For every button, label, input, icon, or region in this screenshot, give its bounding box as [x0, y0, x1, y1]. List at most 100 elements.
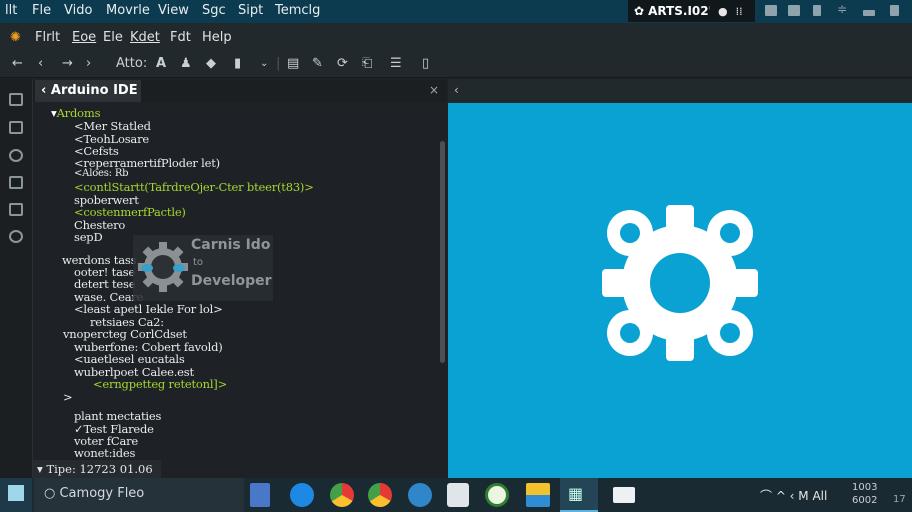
- undo-icon[interactable]: ‹: [38, 56, 43, 71]
- watermark-title: Carnis Ido: [191, 237, 271, 253]
- code-line: plant mectaties: [74, 409, 162, 423]
- tag-icon[interactable]: ◆: [206, 56, 216, 71]
- tray-icons: ● ⁞⁞: [710, 0, 755, 22]
- gear-logo-icon: [138, 242, 188, 292]
- code-line: >: [63, 390, 73, 404]
- tray-status[interactable]: ✿ ARTS.I02': [628, 0, 713, 22]
- toolbar-label: Atto:: [116, 56, 148, 71]
- tab-arduino-ide[interactable]: ‹ Arduino IDE: [35, 80, 141, 102]
- record-icon[interactable]: ●: [718, 5, 728, 18]
- chevron-right-icon[interactable]: ›: [86, 56, 91, 71]
- menu-video[interactable]: Vido: [64, 3, 92, 18]
- watermark-sub: to: [193, 257, 204, 268]
- preview-panel: ‹: [448, 79, 912, 478]
- folder-icon[interactable]: [788, 5, 800, 16]
- code-line: <Aloes: Rb: [74, 168, 129, 179]
- refresh-icon[interactable]: ⟳: [337, 56, 348, 71]
- code-line: detert tese: [74, 277, 136, 291]
- battery-icon[interactable]: ▯: [422, 56, 429, 71]
- grid-app-icon: ▦: [568, 484, 584, 503]
- active-app[interactable]: ▦: [560, 478, 598, 512]
- forward-icon[interactable]: →: [62, 56, 73, 71]
- list-icon[interactable]: ☰: [390, 56, 402, 71]
- clock-app-icon[interactable]: [485, 483, 509, 507]
- code-line: vnopercteg CorlCdset: [63, 327, 187, 341]
- menu-flrlt[interactable]: Flrlt: [35, 30, 60, 45]
- debug-icon[interactable]: [9, 149, 23, 162]
- menu-help[interactable]: Help: [202, 30, 232, 45]
- pencil-icon[interactable]: ✎: [312, 56, 323, 71]
- windows-icon: [8, 485, 24, 501]
- board-icon[interactable]: [9, 176, 23, 189]
- activity-bar: [0, 79, 33, 478]
- code-line: wonet:ides: [74, 446, 136, 460]
- font-icon[interactable]: A: [156, 56, 166, 71]
- code-line: <Mer Statled: [74, 119, 151, 133]
- store-icon[interactable]: [250, 483, 270, 507]
- library-icon[interactable]: [9, 203, 23, 216]
- upload-icon[interactable]: [863, 10, 875, 16]
- watermark-developer: Developer: [191, 273, 272, 289]
- tray-label: ARTS.I02': [648, 4, 713, 18]
- menu-movrle[interactable]: Movrle: [106, 3, 150, 18]
- scrollbar[interactable]: [440, 141, 445, 363]
- grid-icon[interactable]: ⁞⁞: [736, 5, 743, 18]
- top-menu-bar: llt Fle Vido Movrle View Sgc Sipt Temclg…: [0, 0, 912, 23]
- photos-icon[interactable]: [447, 483, 469, 507]
- search-icon: ○: [44, 486, 60, 501]
- wifi-icon[interactable]: ≑: [837, 2, 849, 16]
- chevron-left-icon: ‹: [41, 83, 51, 98]
- menu-view[interactable]: View: [158, 3, 189, 18]
- menu-file[interactable]: Fle: [32, 3, 51, 18]
- menu-ele[interactable]: Ele: [103, 30, 123, 45]
- mail-icon[interactable]: [613, 487, 635, 503]
- gear-icon: ✿: [634, 4, 645, 18]
- menu-kdet[interactable]: Kdet: [130, 30, 160, 45]
- clipboard-icon[interactable]: ⎗: [362, 56, 372, 71]
- system-tray[interactable]: ⌒ ^ ‹ M All: [760, 487, 827, 504]
- chevron-down-icon[interactable]: ⌄: [260, 58, 268, 69]
- menu-temclg[interactable]: Temclg: [275, 3, 320, 18]
- status-text: Tipe: 12723 01.06: [46, 462, 153, 476]
- notification-count[interactable]: 17: [893, 494, 906, 505]
- code-line: <contlStartt(TafrdreOjer-Cter bteer(t83)…: [74, 180, 314, 194]
- code-line: <least apetl Iekle For lol>: [74, 302, 223, 316]
- code-line: <costenmerfPactle): [74, 205, 186, 219]
- settings-icon[interactable]: [9, 230, 23, 243]
- search-box[interactable]: ○ Camogy Fleo: [34, 478, 244, 512]
- book-icon[interactable]: ▮: [234, 56, 241, 71]
- back-icon[interactable]: ←: [12, 56, 23, 71]
- explorer-icon[interactable]: [9, 93, 23, 106]
- start-button[interactable]: [0, 478, 32, 512]
- app-blue-icon[interactable]: [290, 483, 314, 507]
- edge-icon[interactable]: [408, 483, 432, 507]
- pause-icon[interactable]: [890, 5, 899, 16]
- clock-time: 1003: [852, 482, 878, 493]
- back-button[interactable]: ‹: [454, 83, 459, 97]
- files-app-icon[interactable]: [526, 483, 550, 507]
- close-icon[interactable]: ×: [429, 83, 439, 97]
- window-icon[interactable]: [765, 5, 777, 16]
- chrome-icon[interactable]: [330, 483, 354, 507]
- menu-sipt[interactable]: Sipt: [238, 3, 263, 18]
- panel-icon[interactable]: ▤: [287, 56, 299, 71]
- code-line: <uaetlesel eucatals: [74, 352, 185, 366]
- preview-header: ‹: [448, 79, 912, 103]
- clock-date: 6002: [852, 495, 878, 506]
- menu-eoe[interactable]: Eoe: [72, 30, 96, 45]
- phone-icon[interactable]: [813, 5, 821, 16]
- menu-fdt[interactable]: Fdt: [170, 30, 191, 45]
- user-icon[interactable]: ♟: [180, 56, 192, 71]
- app-logo-icon: ✺: [10, 30, 21, 45]
- gear-icon: [602, 205, 758, 361]
- clock[interactable]: 1003 6002: [852, 481, 877, 507]
- code-line: sepD: [74, 230, 103, 244]
- search-placeholder: Camogy Fleo: [59, 486, 145, 501]
- menu-sgc[interactable]: Sgc: [202, 3, 226, 18]
- tab-title: Arduino IDE: [50, 83, 138, 98]
- tree-node[interactable]: ▾Ardoms: [51, 106, 100, 120]
- files-icon[interactable]: [9, 121, 23, 134]
- chrome-alt-icon[interactable]: [368, 483, 392, 507]
- code-line: <erngpetteg retetonl]>: [93, 377, 228, 391]
- menu-llt[interactable]: llt: [5, 3, 17, 18]
